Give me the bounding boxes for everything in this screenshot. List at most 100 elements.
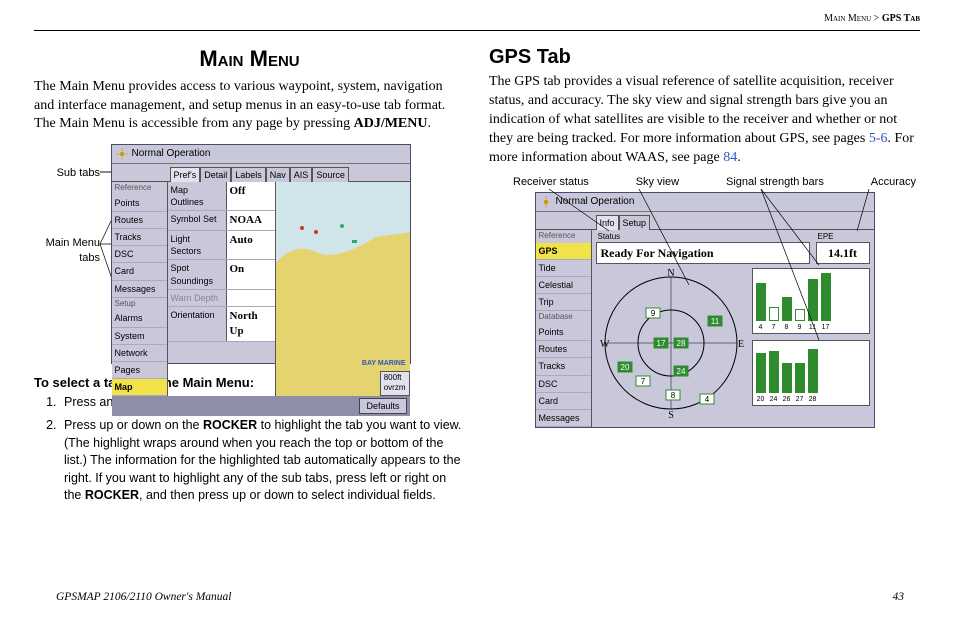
svg-text:17: 17 xyxy=(656,339,665,348)
sidebar-item-points[interactable]: Points xyxy=(536,324,591,341)
signal-bars-top: 47891117 xyxy=(752,268,870,334)
window-dock: Defaults xyxy=(112,396,410,416)
label-accuracy: Accuracy xyxy=(871,175,916,190)
window-title: Normal Operation xyxy=(132,147,211,161)
signal-bar-17 xyxy=(821,273,831,321)
header-rule xyxy=(34,30,920,31)
sidebar-item-dsc[interactable]: DSC xyxy=(112,246,167,263)
status-value: Ready For Navigation xyxy=(596,242,810,264)
svg-text:7: 7 xyxy=(640,377,645,386)
compass-n: N xyxy=(667,268,674,279)
sidebar-item-tracks[interactable]: Tracks xyxy=(112,229,167,246)
signal-bar-20 xyxy=(756,353,766,393)
sidebar-group: Reference xyxy=(112,182,167,195)
gps-tab-intro: The GPS tab provides a visual reference … xyxy=(489,73,920,167)
sidebar-item-dsc[interactable]: DSC xyxy=(536,376,591,393)
satellite-icon xyxy=(116,148,128,160)
sidebar-item-network[interactable]: Network xyxy=(112,345,167,362)
label-receiver-status: Receiver status xyxy=(513,175,589,190)
callout-subtabs: Sub tabs xyxy=(34,166,100,181)
sidebar-item-alarms[interactable]: Alarms xyxy=(112,310,167,327)
signal-bar-4 xyxy=(756,283,766,321)
subtab-detail[interactable]: Detail xyxy=(200,167,231,182)
subtab-ais[interactable]: AIS xyxy=(290,167,313,182)
window2-titlebar: Normal Operation xyxy=(536,193,874,212)
gps-sidebar: ReferenceGPSTideCelestialTripDatabasePoi… xyxy=(536,230,592,427)
sidebar-group: Reference xyxy=(536,230,591,243)
sidebar-item-system[interactable]: System xyxy=(112,328,167,345)
sidebar-group: Setup xyxy=(112,298,167,311)
setting-value[interactable] xyxy=(226,290,275,306)
setting-value[interactable]: Auto xyxy=(226,231,275,259)
sidebar-item-tide[interactable]: Tide xyxy=(536,260,591,277)
defaults-button[interactable]: Defaults xyxy=(359,398,406,414)
subtab-setup[interactable]: Setup xyxy=(619,215,651,230)
sidebar-item-map[interactable]: Map xyxy=(112,379,167,396)
map-shapes xyxy=(276,182,410,396)
settings-panel: Map OutlinesOffSymbol SetNOAALight Secto… xyxy=(168,182,276,396)
breadcrumb-current: GPS Tab xyxy=(882,13,920,24)
subtab-source[interactable]: Source xyxy=(312,167,349,182)
main-menu-tabs-sidebar: ReferencePointsRoutesTracksDSCCardMessag… xyxy=(112,182,168,396)
page-footer: GPSMAP 2106/2110 Owner's Manual 43 xyxy=(56,591,904,603)
window-titlebar: Normal Operation xyxy=(112,145,410,164)
heading-gps-tab: GPS Tab xyxy=(489,44,920,71)
heading-main-menu: Main Menu xyxy=(34,44,465,74)
link-pages-5-6[interactable]: 5-6 xyxy=(869,131,888,146)
label-sky-view: Sky view xyxy=(636,175,679,190)
compass-s: S xyxy=(668,410,674,418)
svg-text:24: 24 xyxy=(676,367,685,376)
setting-label: Symbol Set xyxy=(168,211,226,230)
window-normal-operation: Normal Operation Pref'sDetailLabelsNavAI… xyxy=(111,144,411,364)
sidebar-item-points[interactable]: Points xyxy=(112,195,167,212)
subtab-prefs[interactable]: Pref's xyxy=(170,167,201,182)
gps-main-pane: Status Ready For Navigation EPE 14.1ft xyxy=(592,230,874,427)
svg-text:4: 4 xyxy=(704,395,709,404)
link-page-84[interactable]: 84 xyxy=(723,150,737,165)
sidebar-item-card[interactable]: Card xyxy=(536,393,591,410)
sidebar-item-routes[interactable]: Routes xyxy=(112,212,167,229)
subtabs-row: Pref'sDetailLabelsNavAISSource xyxy=(112,164,410,181)
compass-e: E xyxy=(738,339,744,350)
epe-label: EPE xyxy=(818,232,834,243)
svg-text:20: 20 xyxy=(620,363,629,372)
sidebar-item-routes[interactable]: Routes xyxy=(536,341,591,358)
window2-title: Normal Operation xyxy=(556,195,635,209)
subtab-nav[interactable]: Nav xyxy=(266,167,290,182)
subtab-labels[interactable]: Labels xyxy=(231,167,266,182)
subtabs-row-2: InfoSetup xyxy=(536,212,874,229)
page-number: 43 xyxy=(893,591,905,603)
sidebar-item-pages[interactable]: Pages xyxy=(112,362,167,379)
signal-bar-7 xyxy=(769,307,779,321)
satellite-icon xyxy=(540,196,552,208)
signal-bar-11 xyxy=(808,279,818,321)
signal-bar-27 xyxy=(795,363,805,393)
setting-value[interactable]: NOAA xyxy=(226,211,275,230)
sky-view: N S W E 91117282072484 xyxy=(596,268,746,418)
left-column: Main Menu The Main Menu provides access … xyxy=(34,44,465,511)
setting-value[interactable]: On xyxy=(226,260,275,288)
sidebar-item-messages[interactable]: Messages xyxy=(112,281,167,298)
sidebar-item-tracks[interactable]: Tracks xyxy=(536,358,591,375)
sidebar-item-celestial[interactable]: Celestial xyxy=(536,277,591,294)
sidebar-item-trip[interactable]: Trip xyxy=(536,294,591,311)
setting-value[interactable]: Off xyxy=(226,182,275,210)
sidebar-group: Database xyxy=(536,311,591,324)
setting-label: Light Sectors xyxy=(168,231,226,259)
step-2: Press up or down on the ROCKER to highli… xyxy=(60,417,465,505)
svg-text:8: 8 xyxy=(670,391,675,400)
window-gps-operation: Normal Operation InfoSetup ReferenceGPST… xyxy=(535,192,875,428)
sidebar-item-card[interactable]: Card xyxy=(112,263,167,280)
sidebar-item-messages[interactable]: Messages xyxy=(536,410,591,427)
svg-text:11: 11 xyxy=(710,317,719,326)
setting-value[interactable]: North Up xyxy=(226,307,275,341)
setting-label: Spot Soundings xyxy=(168,260,226,288)
setting-label: Orientation xyxy=(168,307,226,341)
breadcrumb: Main Menu > GPS Tab xyxy=(824,13,920,24)
sidebar-item-gps[interactable]: GPS xyxy=(536,243,591,260)
map-preview: RIVER BAY MARINE 800ft ovr xyxy=(276,182,410,396)
signal-bar-28 xyxy=(808,349,818,393)
breadcrumb-path: Main Menu > xyxy=(824,13,882,24)
map-scale: 800ft ovrzm xyxy=(380,371,410,397)
subtab-info[interactable]: Info xyxy=(596,215,619,230)
